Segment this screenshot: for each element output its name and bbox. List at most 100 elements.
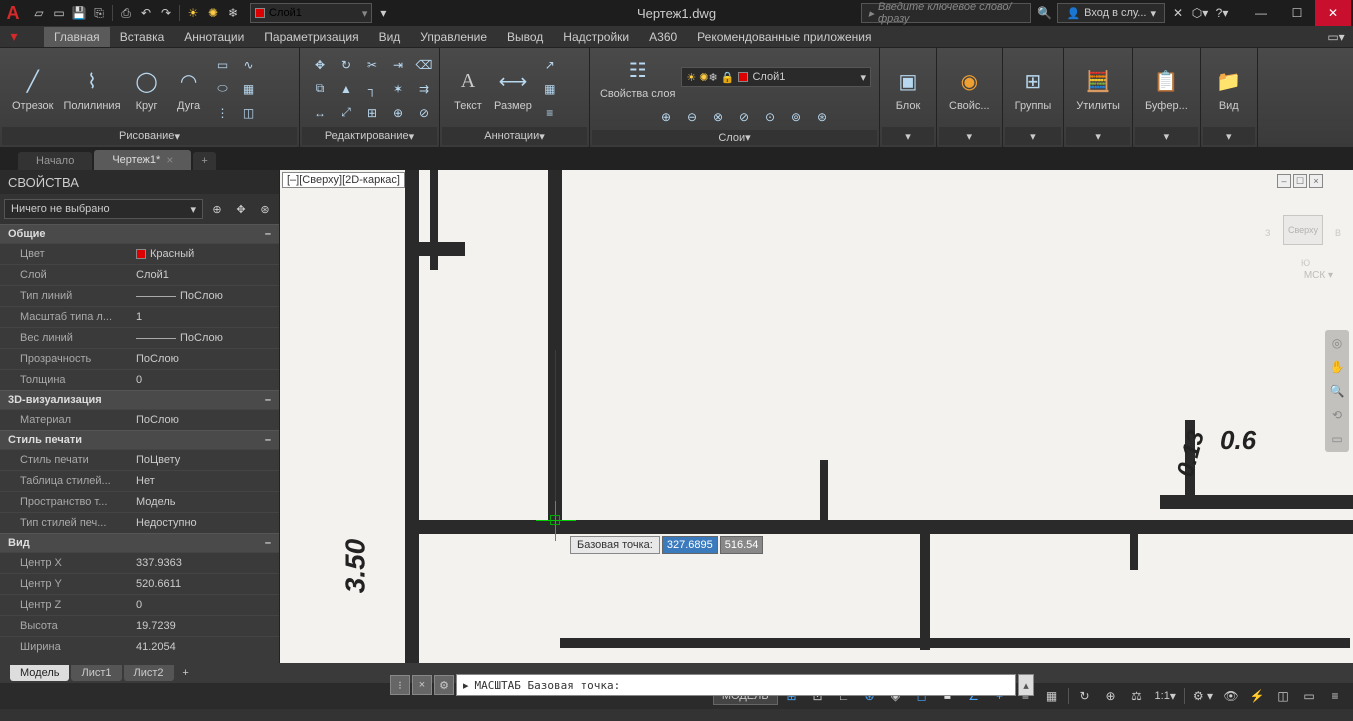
cmdline-history-icon[interactable]: ▴ bbox=[1018, 674, 1034, 696]
table-icon[interactable]: ▦ bbox=[538, 78, 562, 100]
prop-section-view[interactable]: Вид– bbox=[0, 533, 279, 552]
qat-plot-icon[interactable]: ⎙ bbox=[117, 4, 135, 22]
nav-showmotion-icon[interactable]: ▭ bbox=[1328, 430, 1346, 448]
layout-tab-2[interactable]: Лист2 bbox=[124, 665, 174, 681]
ribbon-tab-2[interactable]: Аннотации bbox=[174, 27, 254, 47]
view-button[interactable]: 📁Вид bbox=[1209, 64, 1249, 114]
cmdline-grip-icon[interactable]: ⁝ bbox=[390, 675, 410, 695]
prop-section-general[interactable]: Общие– bbox=[0, 224, 279, 243]
nav-zoom-icon[interactable]: 🔍 bbox=[1328, 382, 1346, 400]
layer-tool-2[interactable]: ⊖ bbox=[680, 106, 704, 128]
ribbon-tab-0[interactable]: Главная bbox=[44, 27, 110, 47]
break-icon[interactable]: ⊘ bbox=[412, 102, 436, 124]
utils-button[interactable]: 🧮Утилиты bbox=[1072, 64, 1124, 114]
layer-dropdown[interactable]: ☀ ✺ ❄ 🔒 Слой1 ▾ bbox=[681, 67, 871, 87]
layout-add-button[interactable]: + bbox=[176, 667, 196, 679]
qat-redo-icon[interactable]: ↷ bbox=[157, 4, 175, 22]
coord-y-input[interactable]: 516.54 bbox=[720, 536, 764, 554]
coord-x-input[interactable]: 327.6895 bbox=[662, 536, 718, 554]
extend-icon[interactable]: ⇥ bbox=[386, 54, 410, 76]
prop-row[interactable]: ПрозрачностьПоСлою bbox=[0, 348, 279, 369]
ribbon-tab-9[interactable]: Рекомендованные приложения bbox=[687, 27, 881, 47]
hatch-icon[interactable]: ▦ bbox=[237, 78, 261, 100]
erase-icon[interactable]: ⌫ bbox=[412, 54, 436, 76]
app-menu-flyout[interactable]: ▾ bbox=[4, 27, 24, 47]
circle-button[interactable]: ◯Круг bbox=[127, 64, 167, 114]
layer-tool-4[interactable]: ⊘ bbox=[732, 106, 756, 128]
leader-icon[interactable]: ↗ bbox=[538, 54, 562, 76]
prop-row[interactable]: Ширина41.2054 bbox=[0, 636, 279, 657]
prop-row[interactable]: Центр Y520.6611 bbox=[0, 573, 279, 594]
nav-pan-icon[interactable]: ✋ bbox=[1328, 358, 1346, 376]
dimension-button[interactable]: ⟷Размер bbox=[490, 64, 536, 114]
prop-section-plot[interactable]: Стиль печати– bbox=[0, 430, 279, 449]
qat-light-icon[interactable]: ☀ bbox=[184, 4, 202, 22]
region-icon[interactable]: ◫ bbox=[237, 102, 261, 124]
fillet-icon[interactable]: ┐ bbox=[360, 78, 384, 100]
prop-row[interactable]: Высота19.7239 bbox=[0, 615, 279, 636]
nav-wheel-icon[interactable]: ◎ bbox=[1328, 334, 1346, 352]
cleanscreen-icon[interactable]: ▭ bbox=[1297, 685, 1321, 707]
offset-icon[interactable]: ⇉ bbox=[412, 78, 436, 100]
copy-icon[interactable]: ⧉ bbox=[308, 78, 332, 100]
exchange-icon[interactable]: ✕ bbox=[1169, 4, 1187, 22]
prop-row[interactable]: Тип стилей печ...Недоступно bbox=[0, 512, 279, 533]
prop-row[interactable]: СлойСлой1 bbox=[0, 264, 279, 285]
prop-row[interactable]: Пространство т...Модель bbox=[0, 491, 279, 512]
select-objects-icon[interactable]: ⊛ bbox=[255, 199, 275, 219]
layout-tab-1[interactable]: Лист1 bbox=[71, 665, 121, 681]
prop-row[interactable]: Центр X337.9363 bbox=[0, 552, 279, 573]
ribbon-tab-6[interactable]: Вывод bbox=[497, 27, 553, 47]
arc-button[interactable]: ◠Дуга bbox=[169, 64, 209, 114]
layer-tool-5[interactable]: ⊙ bbox=[758, 106, 782, 128]
drawing-viewport[interactable]: [–][Сверху][2D-каркас] – ☐ × 3.50 0.13 0… bbox=[280, 170, 1353, 663]
array-icon[interactable]: ⊞ bbox=[360, 102, 384, 124]
panel-edit-title[interactable]: Редактирование ▾ bbox=[302, 127, 437, 145]
qat-freeze-icon[interactable]: ❄ bbox=[224, 4, 242, 22]
prop-row[interactable]: Вес линий ПоСлою bbox=[0, 327, 279, 348]
ribbon-tab-3[interactable]: Параметризация bbox=[254, 27, 368, 47]
cmdline-close-icon[interactable]: × bbox=[412, 675, 432, 695]
app-logo[interactable]: A bbox=[0, 0, 26, 26]
pickadd-icon[interactable]: ✥ bbox=[231, 199, 251, 219]
qat-open-icon[interactable]: ▭ bbox=[50, 4, 68, 22]
scale-icon[interactable]: ⤢ bbox=[334, 102, 358, 124]
ribbon-tab-7[interactable]: Надстройки bbox=[553, 27, 639, 47]
qat-more-icon[interactable]: ▾ bbox=[374, 4, 392, 22]
qat-sun-icon[interactable]: ✺ bbox=[204, 4, 222, 22]
polyline-button[interactable]: ⌇Полилиния bbox=[59, 64, 124, 114]
prop-row[interactable]: Центр Z0 bbox=[0, 594, 279, 615]
trim-icon[interactable]: ✂ bbox=[360, 54, 384, 76]
nav-orbit-icon[interactable]: ⟲ bbox=[1328, 406, 1346, 424]
cmdline-config-icon[interactable]: ⚙ bbox=[434, 675, 454, 695]
groups-button[interactable]: ⊞Группы bbox=[1011, 64, 1056, 114]
join-icon[interactable]: ⊕ bbox=[386, 102, 410, 124]
line-button[interactable]: ╱Отрезок bbox=[8, 64, 57, 114]
qat-save-icon[interactable]: 💾 bbox=[70, 4, 88, 22]
prop-row[interactable]: Толщина0 bbox=[0, 369, 279, 390]
customize-icon[interactable]: ≡ bbox=[1323, 685, 1347, 707]
ribbon-tab-4[interactable]: Вид bbox=[369, 27, 411, 47]
ribbon-tab-1[interactable]: Вставка bbox=[110, 27, 175, 47]
text-button[interactable]: AТекст bbox=[448, 64, 488, 114]
block-button[interactable]: ▣Блок bbox=[888, 64, 928, 114]
panel-draw-title[interactable]: Рисование ▾ bbox=[2, 127, 297, 145]
layer-tool-7[interactable]: ⊛ bbox=[810, 106, 834, 128]
layer-tool-3[interactable]: ⊗ bbox=[706, 106, 730, 128]
qat-undo-icon[interactable]: ↶ bbox=[137, 4, 155, 22]
clipboard-button[interactable]: 📋Буфер... bbox=[1141, 64, 1192, 114]
maximize-button[interactable]: ☐ bbox=[1279, 0, 1315, 26]
app-icon[interactable]: ⬡▾ bbox=[1191, 4, 1209, 22]
quickselect-icon[interactable]: ⊕ bbox=[207, 199, 227, 219]
rotate-icon[interactable]: ↻ bbox=[334, 54, 358, 76]
prop-row[interactable]: МатериалПоСлою bbox=[0, 409, 279, 430]
viewcube[interactable]: Сверху З В Ю bbox=[1273, 200, 1333, 260]
prop-row[interactable]: ЦветКрасный bbox=[0, 243, 279, 264]
prop-row[interactable]: Тип линий ПоСлою bbox=[0, 285, 279, 306]
prop-row[interactable]: Масштаб типа л...1 bbox=[0, 306, 279, 327]
rect-icon[interactable]: ▭ bbox=[211, 54, 235, 76]
layer-tool-6[interactable]: ⊚ bbox=[784, 106, 808, 128]
tab-new-button[interactable]: + bbox=[193, 152, 215, 170]
ribbon-panel-icon[interactable]: ▭▾ bbox=[1327, 28, 1345, 46]
spline-icon[interactable]: ∿ bbox=[237, 54, 261, 76]
